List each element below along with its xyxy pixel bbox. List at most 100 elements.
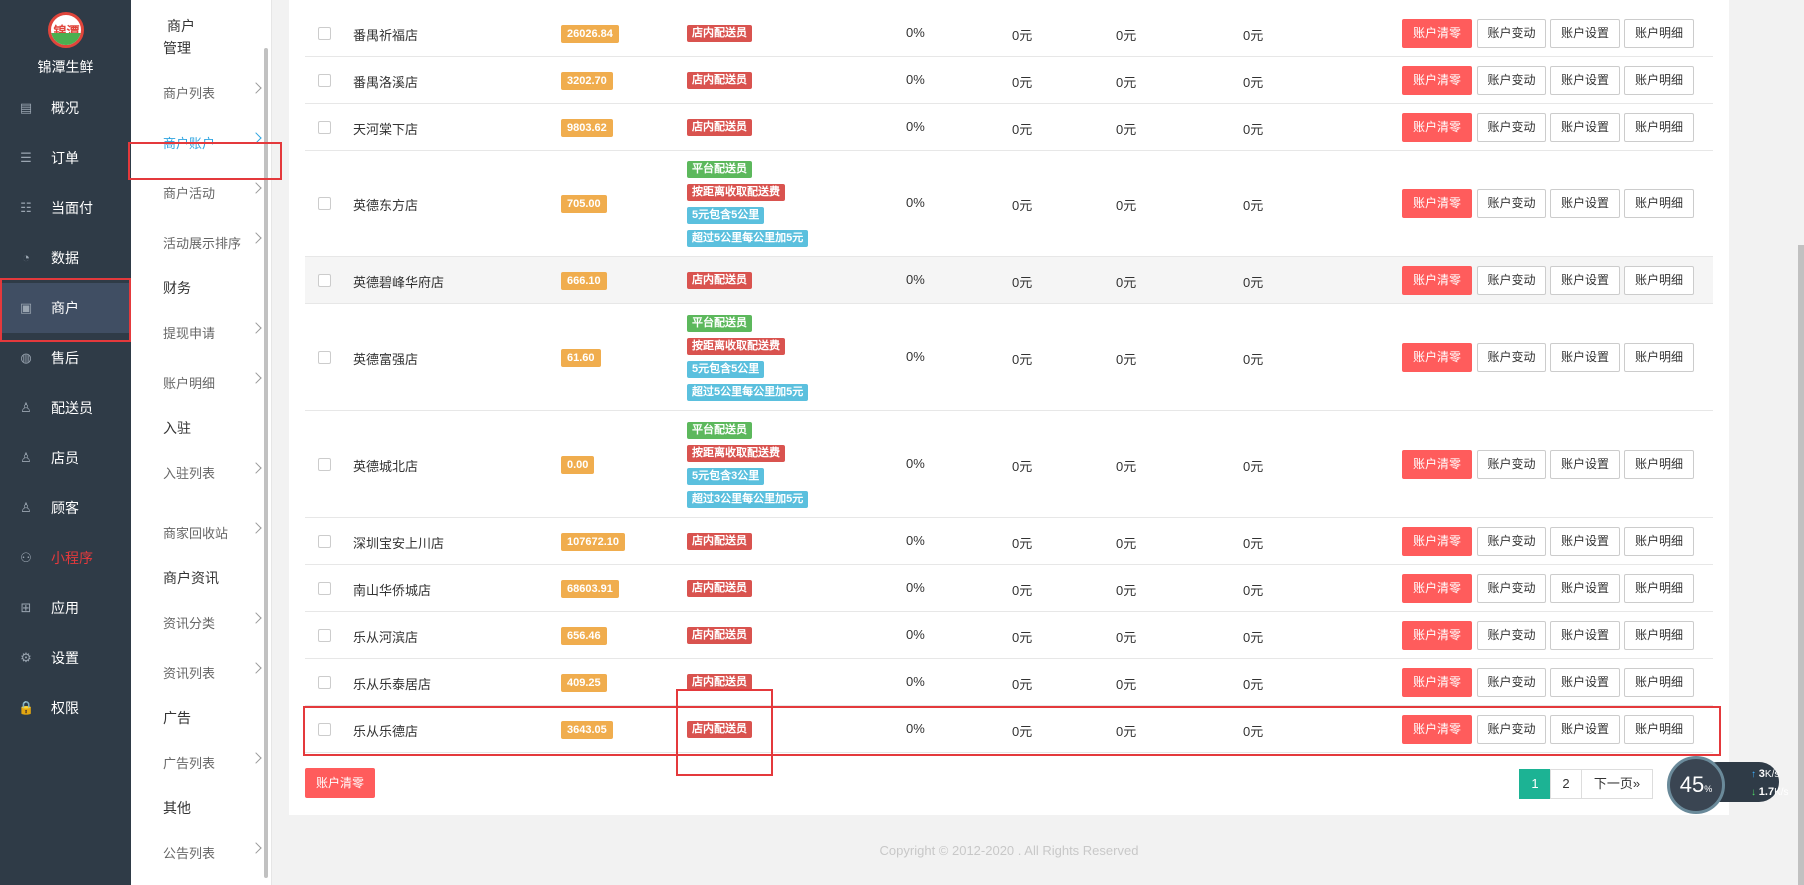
nav-item-3[interactable]: ◔ 数据	[0, 233, 131, 283]
subnav-item-0[interactable]: 管理	[131, 26, 272, 70]
subnav-item-9[interactable]: 入驻列表	[131, 450, 272, 494]
nav-item-12[interactable]: 🔒 权限	[0, 683, 131, 733]
subnav-item-4[interactable]: 活动展示排序	[131, 220, 272, 264]
clear-account-button[interactable]: 账户清零	[1402, 620, 1472, 650]
nav-item-11[interactable]: ⚙ 设置	[0, 633, 131, 683]
clear-account-button[interactable]: 账户清零	[1402, 65, 1472, 95]
subnav-item-12[interactable]: 资讯分类	[131, 600, 272, 644]
subnav-item-17[interactable]: 公告列表	[131, 830, 272, 874]
account-change-button[interactable]: 账户变动	[1477, 342, 1546, 372]
nav-item-7[interactable]: ♙ 店员	[0, 433, 131, 483]
subnav-item-16[interactable]: 其他	[131, 786, 272, 830]
clear-account-button[interactable]: 账户清零	[1402, 18, 1472, 48]
nav-item-2[interactable]: ☷ 当面付	[0, 183, 131, 233]
subnav-item-3[interactable]: 商户活动	[131, 170, 272, 214]
account-settings-button[interactable]: 账户设置	[1550, 189, 1620, 218]
app-logo[interactable]: 锦潭 锦潭生鲜	[0, 12, 131, 77]
nav-item-5[interactable]: ◍ 售后	[0, 333, 131, 383]
subnav-item-11[interactable]: 商户资讯	[131, 556, 272, 600]
account-change-button[interactable]: 账户变动	[1477, 573, 1546, 603]
account-settings-button[interactable]: 账户设置	[1550, 573, 1620, 603]
clear-account-button[interactable]: 账户清零	[1402, 526, 1472, 556]
account-settings-button[interactable]: 账户设置	[1550, 667, 1620, 697]
row-checkbox[interactable]	[318, 273, 331, 287]
row-checkbox[interactable]	[318, 534, 331, 548]
clear-account-button[interactable]: 账户清零	[1402, 189, 1472, 218]
nav-item-1[interactable]: ☰ 订单	[0, 133, 131, 183]
clear-account-button[interactable]: 账户清零	[1402, 342, 1472, 372]
subnav-item-7[interactable]: 账户明细	[131, 360, 272, 404]
nav-item-6[interactable]: ♙ 配送员	[0, 383, 131, 433]
account-change-button[interactable]: 账户变动	[1477, 667, 1546, 697]
nav-item-10[interactable]: ⊞ 应用	[0, 583, 131, 633]
clear-account-button[interactable]: 账户清零	[1402, 667, 1472, 697]
row-checkbox[interactable]	[318, 457, 331, 471]
account-settings-button[interactable]: 账户设置	[1550, 449, 1620, 479]
account-detail-button[interactable]: 账户明细	[1624, 189, 1694, 218]
page-1-button[interactable]: 1	[1519, 769, 1551, 799]
subnav-item-5[interactable]: 财务	[131, 266, 272, 310]
clear-account-button[interactable]: 账户清零	[1402, 112, 1472, 142]
account-detail-button[interactable]: 账户明细	[1624, 667, 1694, 697]
row-checkbox[interactable]	[318, 675, 331, 689]
account-change-button[interactable]: 账户变动	[1477, 265, 1546, 295]
account-change-button[interactable]: 账户变动	[1477, 449, 1546, 479]
account-change-button[interactable]: 账户变动	[1477, 18, 1546, 48]
account-detail-button[interactable]: 账户明细	[1624, 265, 1694, 295]
account-detail-button[interactable]: 账户明细	[1624, 342, 1694, 372]
row-checkbox[interactable]	[318, 350, 331, 364]
account-settings-button[interactable]: 账户设置	[1550, 620, 1620, 650]
subnav-item-10[interactable]: 商家回收站	[131, 510, 272, 554]
row-checkbox[interactable]	[318, 628, 331, 642]
account-change-button[interactable]: 账户变动	[1477, 65, 1546, 95]
page-2-button[interactable]: 2	[1550, 769, 1582, 799]
account-detail-button[interactable]: 账户明细	[1624, 714, 1694, 744]
account-change-button[interactable]: 账户变动	[1477, 714, 1546, 744]
subnav-item-14[interactable]: 广告	[131, 696, 272, 740]
account-detail-button[interactable]: 账户明细	[1624, 18, 1694, 48]
account-settings-button[interactable]: 账户设置	[1550, 342, 1620, 372]
account-detail-button[interactable]: 账户明细	[1624, 65, 1694, 95]
account-change-button[interactable]: 账户变动	[1477, 189, 1546, 218]
account-settings-button[interactable]: 账户设置	[1550, 112, 1620, 142]
account-settings-button[interactable]: 账户设置	[1550, 18, 1620, 48]
store-icon: ▣	[19, 300, 33, 315]
nav-item-4[interactable]: ▣ 商户	[0, 283, 131, 333]
account-settings-button[interactable]: 账户设置	[1550, 526, 1620, 556]
row-checkbox[interactable]	[318, 26, 331, 40]
subnav-item-2[interactable]: 商户账户	[131, 120, 272, 164]
subnav-item-15[interactable]: 广告列表	[131, 740, 272, 784]
account-settings-button[interactable]: 账户设置	[1550, 65, 1620, 95]
clear-account-button[interactable]: 账户清零	[1402, 714, 1472, 744]
subnav-item-1[interactable]: 商户列表	[131, 70, 272, 114]
account-detail-button[interactable]: 账户明细	[1624, 620, 1694, 650]
account-detail-button[interactable]: 账户明细	[1624, 573, 1694, 603]
account-detail-button[interactable]: 账户明细	[1624, 449, 1694, 479]
row-checkbox[interactable]	[318, 581, 331, 595]
row-checkbox[interactable]	[318, 120, 331, 134]
next-page-button[interactable]: 下一页»	[1581, 769, 1653, 799]
row-checkbox[interactable]	[318, 197, 331, 210]
bulk-clear-button[interactable]: 账户清零	[305, 768, 375, 798]
nav-item-0[interactable]: ▤ 概况	[0, 83, 131, 133]
row-checkbox[interactable]	[318, 722, 331, 736]
clear-account-button[interactable]: 账户清零	[1402, 265, 1472, 295]
nav-item-9[interactable]: ⚇ 小程序	[0, 533, 131, 583]
network-speed-widget[interactable]: 45% ↑ 3K/s ↓ 1.7K/s	[1667, 756, 1789, 814]
account-detail-button[interactable]: 账户明细	[1624, 112, 1694, 142]
page-scrollbar[interactable]	[1798, 245, 1804, 885]
sub-nav-scrollbar[interactable]	[264, 48, 268, 878]
account-detail-button[interactable]: 账户明细	[1624, 526, 1694, 556]
row-checkbox[interactable]	[318, 73, 331, 87]
subnav-item-13[interactable]: 资讯列表	[131, 650, 272, 694]
nav-item-8[interactable]: ♙ 顾客	[0, 483, 131, 533]
subnav-item-6[interactable]: 提现申请	[131, 310, 272, 354]
account-change-button[interactable]: 账户变动	[1477, 620, 1546, 650]
subnav-item-8[interactable]: 入驻	[131, 406, 272, 450]
clear-account-button[interactable]: 账户清零	[1402, 449, 1472, 479]
account-change-button[interactable]: 账户变动	[1477, 526, 1546, 556]
account-settings-button[interactable]: 账户设置	[1550, 714, 1620, 744]
clear-account-button[interactable]: 账户清零	[1402, 573, 1472, 603]
account-change-button[interactable]: 账户变动	[1477, 112, 1546, 142]
account-settings-button[interactable]: 账户设置	[1550, 265, 1620, 295]
